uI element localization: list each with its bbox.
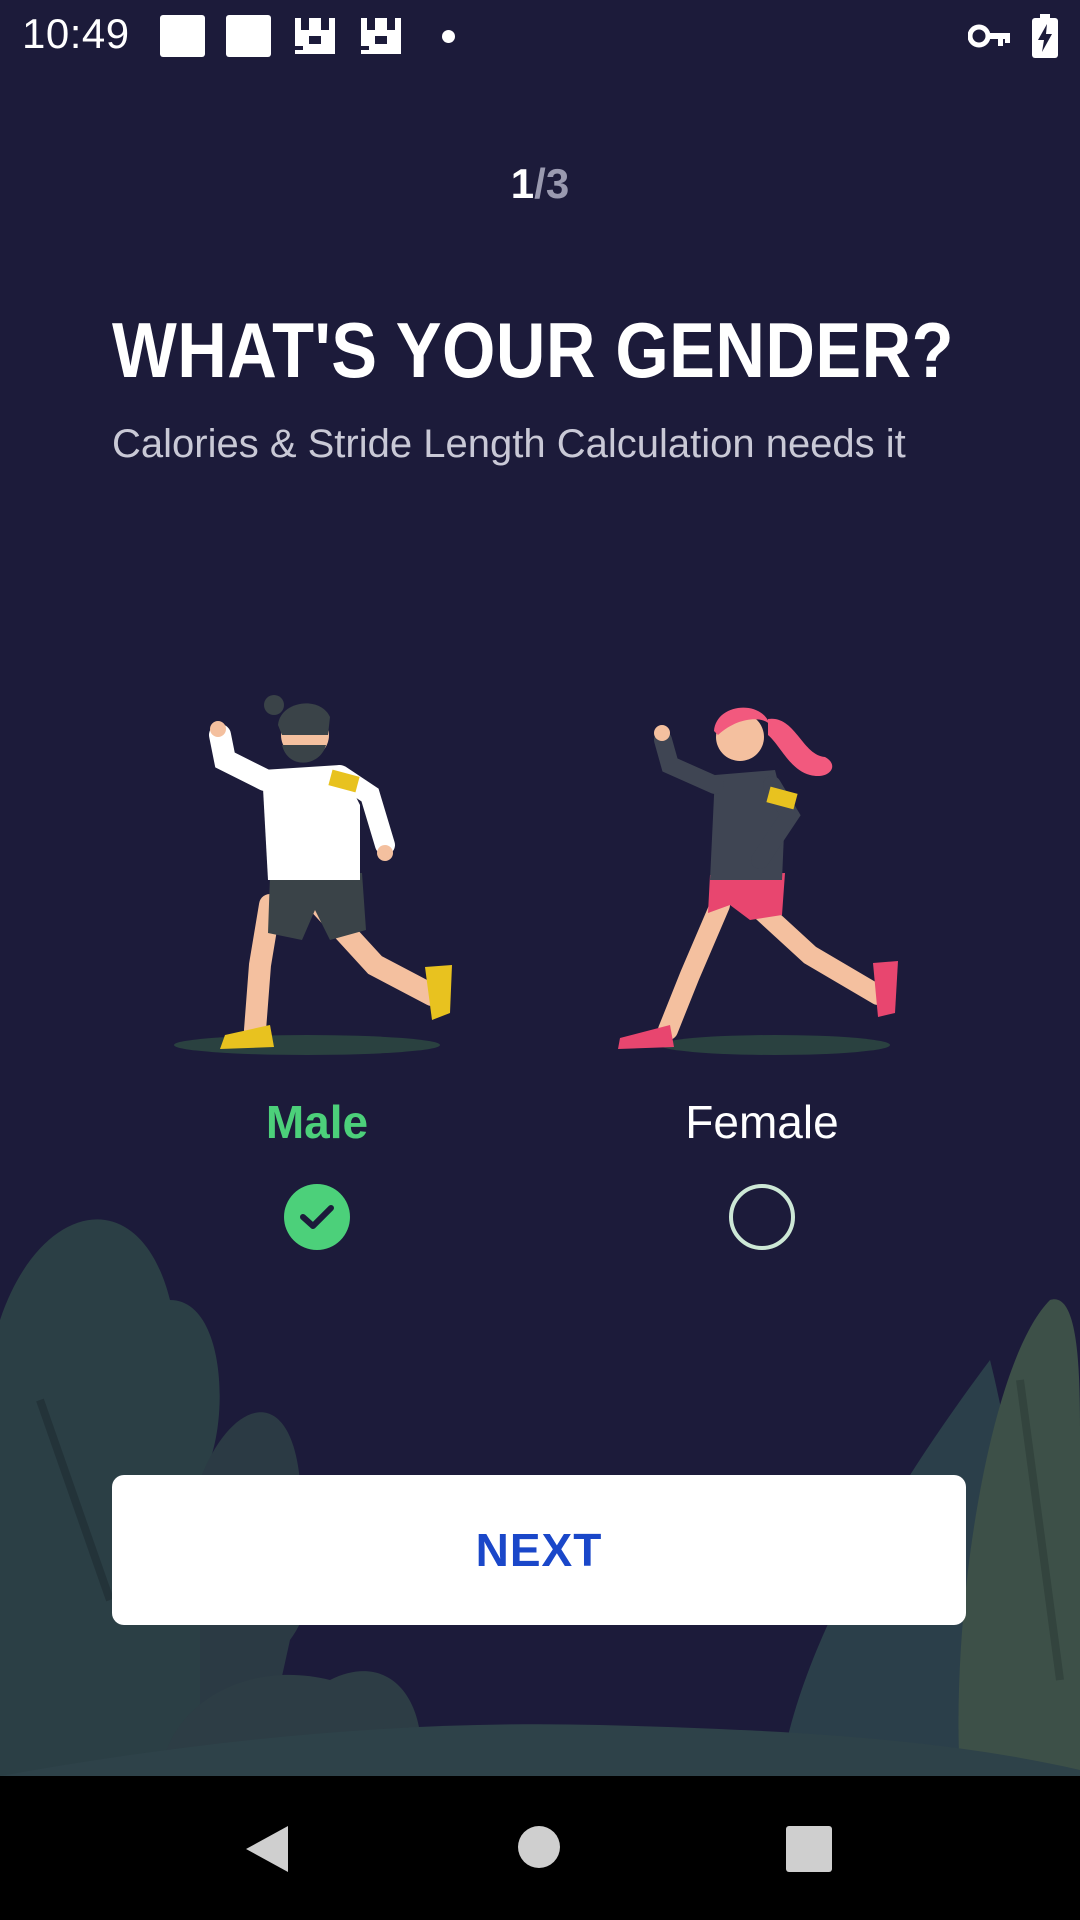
back-icon[interactable] bbox=[242, 1824, 290, 1874]
next-button[interactable]: NEXT bbox=[112, 1475, 966, 1625]
vpn-key-icon bbox=[968, 24, 1010, 48]
page-title: WHAT'S YOUR GENDER? bbox=[112, 306, 955, 394]
dot-icon bbox=[442, 30, 455, 43]
option-male-label[interactable]: Male bbox=[167, 1095, 467, 1149]
notification-square-icon bbox=[226, 15, 271, 57]
status-time: 10:49 bbox=[22, 10, 130, 57]
notification-square-icon bbox=[160, 15, 205, 57]
navigation-bar bbox=[0, 1776, 1080, 1920]
check-icon bbox=[300, 1205, 334, 1229]
male-runner-illustration[interactable] bbox=[170, 695, 460, 1060]
female-runner-illustration[interactable] bbox=[610, 695, 910, 1060]
step-separator: / bbox=[534, 160, 546, 207]
female-radio-unchecked[interactable] bbox=[729, 1184, 795, 1250]
pixel-app-icon bbox=[361, 18, 401, 54]
status-bar: 10:49 bbox=[0, 0, 1080, 72]
battery-charging-icon bbox=[1032, 14, 1058, 58]
option-female-label[interactable]: Female bbox=[612, 1095, 912, 1149]
step-current: 1 bbox=[510, 160, 535, 207]
recents-icon[interactable] bbox=[786, 1826, 832, 1872]
page-subtitle: Calories & Stride Length Calculation nee… bbox=[112, 422, 906, 466]
step-indicator: 1/3 bbox=[0, 160, 1080, 208]
step-total: 3 bbox=[545, 160, 570, 207]
home-icon[interactable] bbox=[517, 1825, 561, 1869]
male-radio-checked[interactable] bbox=[284, 1184, 350, 1250]
pixel-app-icon bbox=[295, 18, 335, 54]
